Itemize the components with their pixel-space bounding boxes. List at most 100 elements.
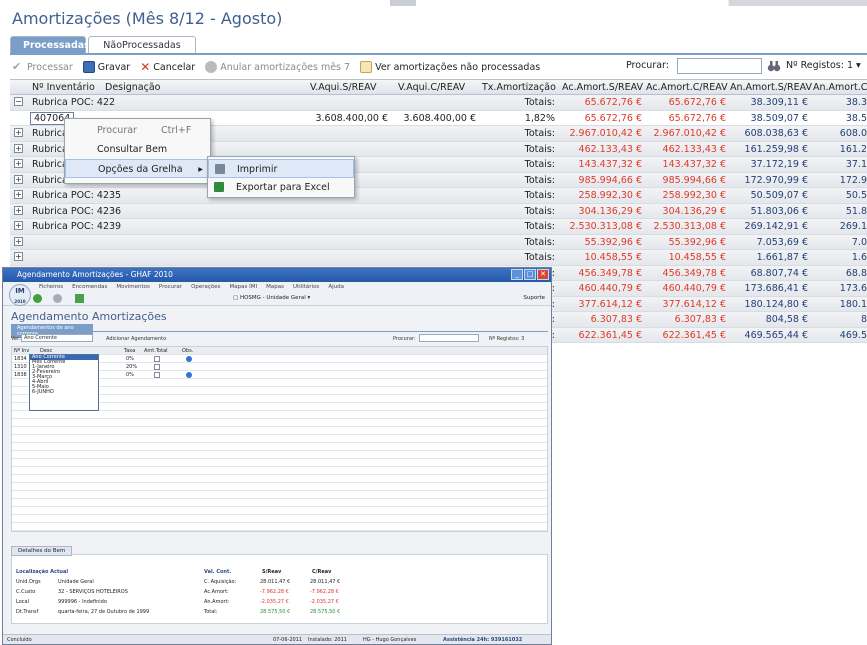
menu-item[interactable]: Procurar	[159, 282, 182, 292]
cell-ans: 51.803,06 €	[750, 205, 808, 217]
val-c: -2.035,27 €	[310, 599, 339, 605]
cell-ans: 469.565,44 €	[744, 329, 808, 341]
menu-item[interactable]: Mapas IMI	[230, 282, 258, 292]
window-title: Agendamento Amortizações - GHAF 2010 _ □ ✕	[3, 268, 551, 282]
totais-label: Totais:	[524, 143, 555, 155]
processar-button[interactable]: ✔ Processar	[12, 61, 73, 73]
window-statusbar: Concluído 07-06-2011 Instalado: 2011 HG …	[3, 634, 551, 644]
val-c: -7.962,28 €	[310, 589, 339, 595]
menu-item[interactable]: Operações	[191, 282, 220, 292]
table-row	[12, 411, 547, 419]
window-search-input[interactable]	[419, 334, 479, 342]
suporte-link[interactable]: Suporte	[523, 295, 545, 301]
adicionar-button[interactable]: Adicionar Agendamento	[106, 336, 166, 342]
info-icon[interactable]	[186, 356, 192, 362]
ver-select[interactable]: Ano Corrente	[21, 334, 93, 342]
menu-item[interactable]: Mapas	[266, 282, 284, 292]
minimize-button[interactable]: _	[511, 269, 523, 280]
table-row	[12, 523, 547, 531]
table-row[interactable]: + Rubrica POC: 4236 Totais: 304.136,29 € 304…	[10, 203, 867, 219]
window-registos-select[interactable]: Nº Registos: 3	[489, 336, 524, 342]
table-row[interactable]: + Rubrica POC: 4235 Totais: 258.992,30 € 258…	[10, 188, 867, 204]
expand-icon[interactable]: +	[14, 236, 23, 246]
anular-button[interactable]: Anular amortizações mês 7	[205, 61, 350, 73]
expand-icon[interactable]: +	[14, 252, 23, 261]
cell-acs: 304.136,29 €	[578, 205, 642, 217]
close-button[interactable]: ✕	[537, 269, 549, 280]
menu-item[interactable]: Ajuda	[328, 282, 344, 292]
collapse-icon[interactable]: −	[14, 97, 23, 106]
col-designacao[interactable]: Designação	[105, 82, 160, 93]
tab-underline	[10, 53, 867, 55]
checkbox[interactable]	[154, 372, 160, 378]
window-tab-line	[11, 331, 548, 332]
expand-icon[interactable]: +	[14, 143, 23, 153]
checkbox[interactable]	[154, 364, 160, 370]
registos-select[interactable]: Nº Registos: 1 ▾	[786, 60, 861, 71]
cell-ans: 38.309,11 €	[750, 97, 808, 108]
val-s: 28.575,50 €	[260, 609, 291, 615]
tab-processadas[interactable]: Processadas	[10, 36, 90, 54]
cell-acs: 143.437,32 €	[578, 159, 642, 170]
stop-icon[interactable]	[53, 294, 62, 303]
cell-ans: 172.970,99 €	[744, 174, 808, 186]
col-acc[interactable]: Ac.Amort.C/REAV	[646, 82, 728, 93]
expand-icon[interactable]: +	[14, 159, 23, 168]
expand-icon[interactable]: +	[14, 221, 23, 230]
table-row[interactable]: + Totais: 55.392,96 € 55.392,96 € 7.053,69 €…	[10, 234, 867, 250]
col-anc[interactable]: An.Amort.C	[813, 82, 867, 93]
cancelar-button[interactable]: ✕ Cancelar	[140, 60, 195, 74]
ver-nao-processadas-button[interactable]: Ver amortizações não processadas	[360, 61, 540, 73]
checkbox[interactable]	[154, 356, 160, 362]
cell-acc: 65.672,76 €	[668, 112, 726, 124]
go-icon[interactable]	[33, 294, 42, 303]
expand-icon[interactable]: +	[14, 190, 23, 199]
check-icon: ✔	[12, 60, 22, 73]
document-icon	[360, 61, 373, 73]
refresh-icon[interactable]	[75, 294, 84, 303]
col-inventario[interactable]: Nº Inventário	[32, 82, 95, 93]
menu-consultar[interactable]: Consultar Bem	[65, 140, 210, 159]
dropdown-option[interactable]: 6-JUNHO	[30, 390, 98, 395]
menu-opcoes-grelha[interactable]: Opções da Grelha ▸	[65, 159, 210, 178]
loc-value: Unidade Geral	[58, 579, 94, 585]
cell-ans: 161.259,98 €	[744, 143, 808, 155]
table-row	[12, 451, 547, 459]
gravar-button[interactable]: Gravar	[82, 61, 130, 73]
tabs: Processadas NãoProcessadas	[10, 36, 196, 54]
col-tx[interactable]: Tx.Amortização	[482, 82, 556, 93]
info-icon[interactable]	[186, 372, 192, 378]
cell-anc: 8	[860, 314, 867, 325]
menu-item[interactable]: Utilitários	[293, 282, 319, 292]
menu-exportar[interactable]: Exportar para Excel	[208, 178, 354, 197]
cell-anc: 180.1	[839, 298, 867, 310]
window-toolbar: ▢ HOSMG - Unidade Geral ▾ Suporte	[3, 292, 551, 306]
menu-imprimir[interactable]: Imprimir	[208, 159, 354, 178]
search-input[interactable]	[677, 58, 762, 74]
cell-anc: 269.1	[839, 221, 867, 232]
totais-label: Totais:	[524, 174, 555, 186]
menu-procurar[interactable]: Procurar Ctrl+F	[65, 121, 210, 140]
cell-ans: 38.509,07 €	[750, 112, 808, 124]
table-row[interactable]: + Rubrica POC: 4239 Totais: 2.530.313,08 € 2…	[10, 219, 867, 235]
menu-item[interactable]: Encomendas	[72, 282, 107, 292]
table-row	[12, 467, 547, 475]
menu-item[interactable]: Ficheiros	[39, 282, 63, 292]
tab-nao-processadas[interactable]: NãoProcessadas	[88, 36, 196, 54]
col-acs[interactable]: Ac.Amort.S/REAV	[562, 82, 643, 93]
maximize-button[interactable]: □	[524, 269, 536, 280]
val-s: 28.011,47 €	[260, 579, 291, 585]
expand-icon[interactable]: +	[14, 205, 23, 215]
table-row[interactable]: + Totais: 10.458,55 € 10.458,55 € 1.661,87 €…	[10, 250, 867, 266]
table-row	[12, 435, 547, 443]
col-vaqs[interactable]: V.Aqui.S/REAV	[310, 82, 377, 93]
menu-item[interactable]: Movimentos	[116, 282, 150, 292]
expand-icon[interactable]: +	[14, 174, 23, 184]
table-row[interactable]: − Rubrica POC: 422 Totais: 65.672,76 € 65.67…	[10, 95, 867, 111]
binoculars-icon[interactable]	[767, 59, 781, 73]
expand-icon[interactable]: +	[14, 128, 23, 137]
col-ans[interactable]: An.Amort.S/REAV	[730, 82, 812, 93]
cell-anc: 608.0	[839, 128, 867, 139]
detail-tab[interactable]: Detalhes do Bem	[11, 546, 73, 556]
col-vaqc[interactable]: V.Aqui.C/REAV	[398, 82, 465, 93]
